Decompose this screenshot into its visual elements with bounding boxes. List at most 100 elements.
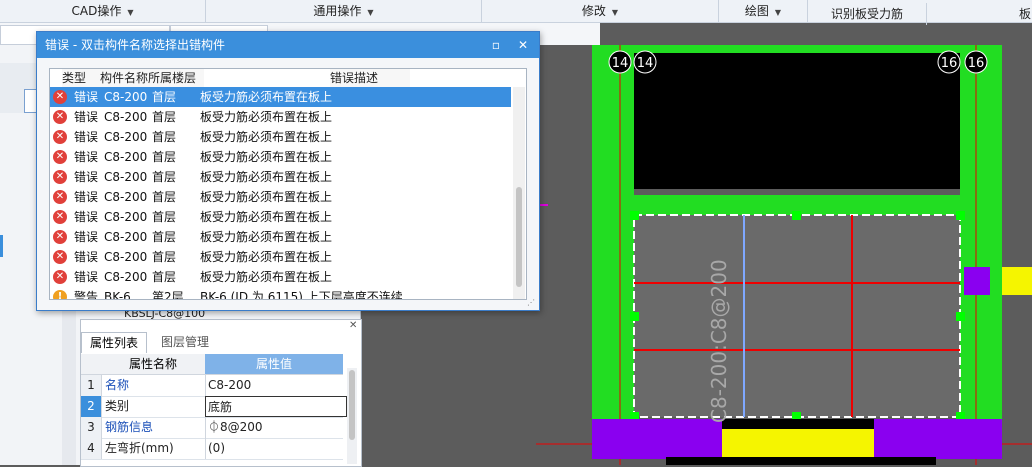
col-header-type[interactable]: 类型 (62, 69, 102, 87)
beam-purple-left (592, 419, 722, 459)
error-row[interactable]: ✕ 错误 C8-200 首层 板受力筋必须布置在板上 (50, 227, 511, 247)
canvas-left-area[interactable] (361, 309, 536, 465)
error-row[interactable]: ✕ 错误 C8-200 首层 板受力筋必须布置在板上 (50, 247, 511, 267)
error-row-floor: 首层 (152, 210, 177, 224)
error-row-desc: 板受力筋必须布置在板上 (200, 130, 333, 144)
menu-label: 识别板受力筋 (830, 7, 903, 21)
error-row[interactable]: ✕ 错误 C8-200 首层 板受力筋必须布置在板上 (50, 267, 511, 287)
maximize-icon[interactable]: ▫ (487, 36, 505, 54)
axis-label: 14 (637, 56, 654, 71)
close-icon[interactable]: ✕ (349, 320, 357, 331)
error-row-desc: 板受力筋必须布置在板上 (200, 210, 333, 224)
error-row-desc: 板受力筋必须布置在板上 (200, 90, 333, 104)
grip-handle[interactable] (956, 211, 965, 220)
prop-row-value[interactable]: ⏀8@200 (205, 417, 346, 438)
error-row-desc: 板受力筋必须布置在板上 (200, 230, 333, 244)
col-header-floor[interactable]: 所属楼层 (148, 69, 204, 87)
error-icon: ✕ (53, 150, 67, 164)
prop-header-name: 属性名称 (129, 357, 178, 371)
tab-property-list[interactable]: 属性列表 (81, 332, 148, 353)
error-row[interactable]: ✕ 错误 C8-200 首层 板受力筋必须布置在板上 (50, 107, 511, 127)
prop-scrollbar[interactable] (347, 368, 357, 464)
grip-handle[interactable] (792, 211, 801, 220)
prop-scroll-thumb[interactable] (349, 370, 355, 440)
error-row-type: 错误 (74, 130, 99, 144)
error-icon: ✕ (53, 210, 67, 224)
resize-grip-icon[interactable]: ⋰ (527, 298, 535, 307)
axis-label: 14 (612, 56, 629, 71)
menu-identify-slab-rebar[interactable]: 识别板受力筋 (808, 3, 927, 25)
error-list[interactable]: 类型 构件名称 所属楼层 错误描述 ✕ 错误 C8-200 首层 板受力筋必须布置在板上… (49, 68, 527, 300)
error-row-floor: 首层 (152, 270, 177, 284)
prop-row-value[interactable]: C8-200 (205, 375, 346, 396)
menu-label: 板 (1018, 7, 1031, 21)
error-row-floor: 首层 (152, 130, 177, 144)
error-row[interactable]: ✕ 错误 C8-200 首层 板受力筋必须布置在板上 (50, 87, 511, 107)
prop-row[interactable]: 3 钢筋信息 ⏀8@200 (81, 417, 343, 439)
grip-handle[interactable] (630, 312, 639, 321)
error-icon: ✕ (53, 230, 67, 244)
error-row[interactable]: ✕ 错误 C8-200 首层 板受力筋必须布置在板上 (50, 207, 511, 227)
grip-handle[interactable] (956, 312, 965, 321)
drawing-canvas[interactable]: C8-200:C8@200 14 14 16 16 (536, 45, 1032, 465)
error-row-name: C8-200 (104, 90, 148, 104)
prop-row[interactable]: 4 左弯折(mm) (0) (81, 438, 343, 460)
error-row-floor: 首层 (152, 170, 177, 184)
error-row-desc: 板受力筋必须布置在板上 (200, 150, 333, 164)
error-row-name: C8-200 (104, 190, 148, 204)
col-header-desc[interactable]: 错误描述 (330, 69, 410, 87)
menu-cad-ops[interactable]: CAD操作 ▼ (0, 0, 206, 22)
error-list-scroll-thumb[interactable] (516, 187, 522, 287)
error-row[interactable]: ! 警告 BK-6 第2层 BK-6 (ID 为 6115) 上下层高度不连续 (50, 287, 511, 300)
error-row-name: C8-200 (104, 130, 148, 144)
prop-row-name: 左弯折(mm) (105, 441, 174, 455)
col-header-name[interactable]: 构件名称 (100, 69, 152, 87)
dialog-titlebar[interactable]: 错误 - 双击构件名称选择出错构件 ▫ ✕ (37, 32, 539, 58)
menu-label: 修改 (581, 4, 606, 18)
axis-bubble-16b: 16 (964, 50, 988, 74)
error-row-floor: 首层 (152, 150, 177, 164)
menu-draw[interactable]: 绘图 ▼ (719, 0, 808, 22)
close-icon[interactable]: ✕ (514, 36, 532, 54)
error-row-type: 错误 (74, 230, 99, 244)
axis-bubble-14b: 14 (633, 50, 657, 74)
error-row-desc: BK-6 (ID 为 6115) 上下层高度不连续 (200, 290, 403, 300)
menu-modify[interactable]: 修改 ▼ (482, 0, 719, 22)
error-row[interactable]: ✕ 错误 C8-200 首层 板受力筋必须布置在板上 (50, 167, 511, 187)
chevron-down-icon: ▼ (774, 8, 782, 17)
error-row[interactable]: ✕ 错误 C8-200 首层 板受力筋必须布置在板上 (50, 127, 511, 147)
error-row-name: C8-200 (104, 210, 148, 224)
menu-general-ops[interactable]: 通用操作 ▼ (206, 0, 482, 22)
prop-row[interactable]: 1 名称 C8-200 (81, 375, 343, 397)
slab-selected[interactable] (633, 214, 961, 418)
error-row-type: 警告 (74, 290, 99, 300)
error-row-name: C8-200 (104, 150, 148, 164)
tab-layer-manager[interactable]: 图层管理 (153, 332, 217, 352)
error-list-scrollbar[interactable] (513, 87, 525, 299)
grip-handle[interactable] (630, 211, 639, 220)
menu-slab[interactable]: 板 (1018, 3, 1032, 25)
error-row-type: 错误 (74, 270, 99, 284)
prop-row-num: 3 (81, 417, 102, 438)
error-row-desc: 板受力筋必须布置在板上 (200, 170, 333, 184)
prop-row-value-editing[interactable]: 底筋 (205, 396, 347, 417)
beam-yellow-right (1002, 267, 1032, 295)
warning-icon: ! (53, 290, 67, 299)
prop-row-name: 钢筋信息 (105, 420, 154, 434)
menu-label: 绘图 (744, 4, 769, 18)
property-panel: ✕ 属性列表 图层管理 属性名称 属性值 1 名称 C8-200 2 类别 底筋… (80, 319, 362, 467)
error-row-type: 错误 (74, 90, 99, 104)
chevron-down-icon: ▼ (127, 8, 134, 17)
error-row-name: C8-200 (104, 170, 148, 184)
chevron-down-icon: ▼ (611, 8, 619, 17)
prop-row-name: 名称 (105, 378, 130, 392)
wall-left (592, 45, 634, 425)
error-row-type: 错误 (74, 150, 99, 164)
error-row[interactable]: ✕ 错误 C8-200 首层 板受力筋必须布置在板上 (50, 187, 511, 207)
error-row[interactable]: ✕ 错误 C8-200 首层 板受力筋必须布置在板上 (50, 147, 511, 167)
prop-row-num: 1 (81, 375, 102, 396)
column-purple-right (964, 267, 990, 295)
prop-row[interactable]: 2 类别 底筋 (81, 396, 347, 418)
prop-row-value[interactable]: (0) (205, 438, 346, 459)
error-row-name: BK-6 (104, 290, 131, 300)
